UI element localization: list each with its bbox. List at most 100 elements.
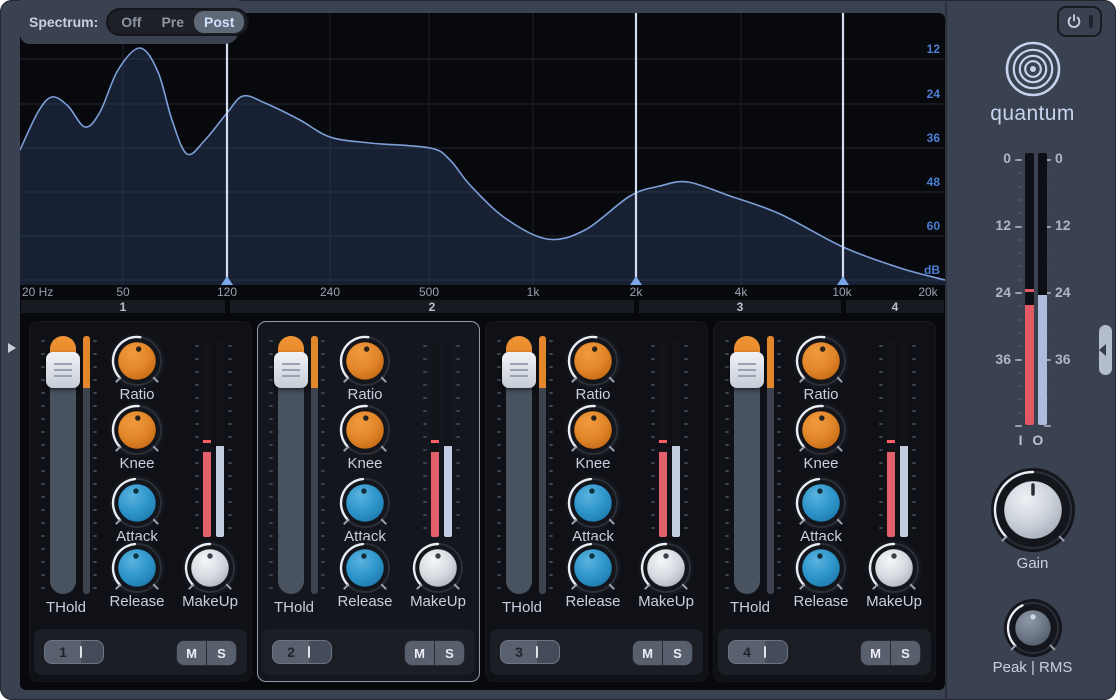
band-strip[interactable]: THold Ratio Knee Attack Release MakeUp 1 M S bbox=[29, 321, 252, 682]
mute-button[interactable]: M bbox=[633, 641, 662, 665]
fader-scale-tick bbox=[269, 366, 273, 368]
gr-scale-tick bbox=[879, 527, 883, 529]
gr-scale-tick bbox=[912, 358, 916, 360]
gr-fill-red bbox=[659, 452, 667, 537]
knee-knob[interactable] bbox=[792, 401, 850, 459]
thold-label: THold bbox=[45, 599, 86, 616]
fader-grip-icon bbox=[738, 363, 756, 377]
io-scale-tick bbox=[1015, 292, 1022, 294]
fader-scale-tick bbox=[269, 535, 273, 537]
makeup-knob[interactable] bbox=[637, 539, 695, 597]
makeup-knob[interactable] bbox=[865, 539, 923, 597]
knee-knob[interactable] bbox=[564, 401, 622, 459]
spectrum-mode-pre[interactable]: Pre bbox=[151, 11, 194, 33]
gr-scale-tick bbox=[456, 475, 460, 477]
band-number-input[interactable]: 3 bbox=[500, 640, 560, 664]
knee-knob[interactable] bbox=[336, 401, 394, 459]
ratio-knob[interactable] bbox=[564, 332, 622, 390]
thold-fader-handle[interactable] bbox=[502, 352, 536, 388]
gr-scale-tick bbox=[195, 384, 199, 386]
makeup-knob[interactable] bbox=[181, 539, 239, 597]
gain-label: Gain bbox=[1016, 555, 1049, 572]
gr-scale-tick bbox=[684, 475, 688, 477]
ratio-knob[interactable] bbox=[108, 332, 166, 390]
band-strip[interactable]: THold Ratio Knee Attack Release MakeUp 4 M S bbox=[713, 321, 936, 682]
mute-button[interactable]: M bbox=[861, 641, 890, 665]
gr-scale-tick bbox=[651, 423, 655, 425]
io-scale-tick bbox=[1017, 278, 1022, 281]
band-axis-segment[interactable]: 3 bbox=[639, 300, 841, 314]
power-icon bbox=[1067, 13, 1081, 28]
spectrum-mode-off[interactable]: Off bbox=[111, 11, 151, 33]
release-knob[interactable] bbox=[792, 539, 850, 597]
ratio-knob[interactable] bbox=[336, 332, 394, 390]
thold-fader-handle[interactable] bbox=[730, 352, 764, 388]
ratio-knob-block: Ratio bbox=[97, 332, 177, 403]
gr-peak-tick bbox=[431, 440, 439, 443]
ratio-knob[interactable] bbox=[792, 332, 850, 390]
thold-fader-track[interactable] bbox=[274, 336, 308, 594]
side-panel-handle[interactable] bbox=[1099, 325, 1112, 375]
solo-button[interactable]: S bbox=[663, 641, 692, 665]
peak-rms-knob[interactable] bbox=[1001, 596, 1065, 660]
io-scale-tick bbox=[1015, 225, 1022, 228]
io-scale-label: 0 bbox=[1003, 150, 1011, 166]
release-knob[interactable] bbox=[108, 539, 166, 597]
attack-knob[interactable] bbox=[336, 474, 394, 532]
gain-knob[interactable] bbox=[987, 464, 1079, 556]
gr-meter-input bbox=[431, 341, 439, 537]
fader-scale-tick bbox=[41, 483, 45, 485]
gr-scale-tick bbox=[879, 397, 883, 399]
io-scale-tick bbox=[1017, 411, 1022, 414]
release-knob[interactable] bbox=[336, 539, 394, 597]
gr-scale-tick bbox=[423, 397, 427, 399]
gr-scale-tick bbox=[228, 501, 232, 503]
fader-scale-tick bbox=[269, 561, 273, 563]
attack-knob[interactable] bbox=[564, 474, 622, 532]
gr-scale-tick bbox=[195, 488, 199, 490]
gr-scale-tick bbox=[456, 436, 460, 438]
mute-button[interactable]: M bbox=[405, 641, 434, 665]
db-axis-label: dB bbox=[924, 263, 940, 277]
solo-button[interactable]: S bbox=[435, 641, 464, 665]
attack-knob[interactable] bbox=[792, 474, 850, 532]
band-number-input[interactable]: 2 bbox=[272, 640, 332, 664]
freq-axis-label: 1k bbox=[526, 285, 540, 299]
gr-scale-tick bbox=[684, 371, 688, 373]
thold-fader-track[interactable] bbox=[502, 336, 536, 594]
thold-fader-track[interactable] bbox=[46, 336, 80, 594]
solo-button[interactable]: S bbox=[207, 641, 236, 665]
thold-label: THold bbox=[273, 599, 314, 616]
gr-scale-tick bbox=[651, 358, 655, 360]
attack-knob[interactable] bbox=[108, 474, 166, 532]
io-output-fill bbox=[1038, 295, 1047, 425]
knee-label: Knee bbox=[575, 455, 611, 472]
mute-button[interactable]: M bbox=[177, 641, 206, 665]
band-strip[interactable]: THold Ratio Knee Attack Release MakeUp 3 M S bbox=[485, 321, 708, 682]
gr-scale-tick bbox=[423, 384, 427, 386]
makeup-knob[interactable] bbox=[409, 539, 467, 597]
mute-solo-group: MS bbox=[404, 640, 465, 666]
knee-knob[interactable] bbox=[108, 401, 166, 459]
band-axis-segment[interactable]: 2 bbox=[230, 300, 634, 314]
thold-fader-handle[interactable] bbox=[274, 352, 308, 388]
power-button[interactable] bbox=[1057, 6, 1102, 37]
band-axis-segment[interactable]: 4 bbox=[846, 300, 944, 314]
band-number-input[interactable]: 4 bbox=[728, 640, 788, 664]
thold-fader-track[interactable] bbox=[730, 336, 764, 594]
band-axis-segment[interactable]: 1 bbox=[21, 300, 225, 314]
panel-expand-arrow-icon[interactable] bbox=[8, 343, 16, 353]
release-knob[interactable] bbox=[564, 539, 622, 597]
fader-scale-tick bbox=[41, 522, 45, 524]
fader-scale-tick bbox=[725, 379, 729, 381]
band-number-input[interactable]: 1 bbox=[44, 640, 104, 664]
spectrum-mode-post[interactable]: Post bbox=[194, 11, 245, 33]
solo-button[interactable]: S bbox=[891, 641, 920, 665]
fader-scale-tick bbox=[497, 431, 501, 433]
fader-scale-tick bbox=[497, 405, 501, 407]
band-strip[interactable]: THold Ratio Knee Attack Release MakeUp 2 M S bbox=[257, 321, 480, 682]
fader-scale-tick bbox=[41, 366, 45, 368]
io-input-fill bbox=[1025, 305, 1034, 425]
gr-scale-tick bbox=[423, 514, 427, 516]
thold-fader-handle[interactable] bbox=[46, 352, 80, 388]
